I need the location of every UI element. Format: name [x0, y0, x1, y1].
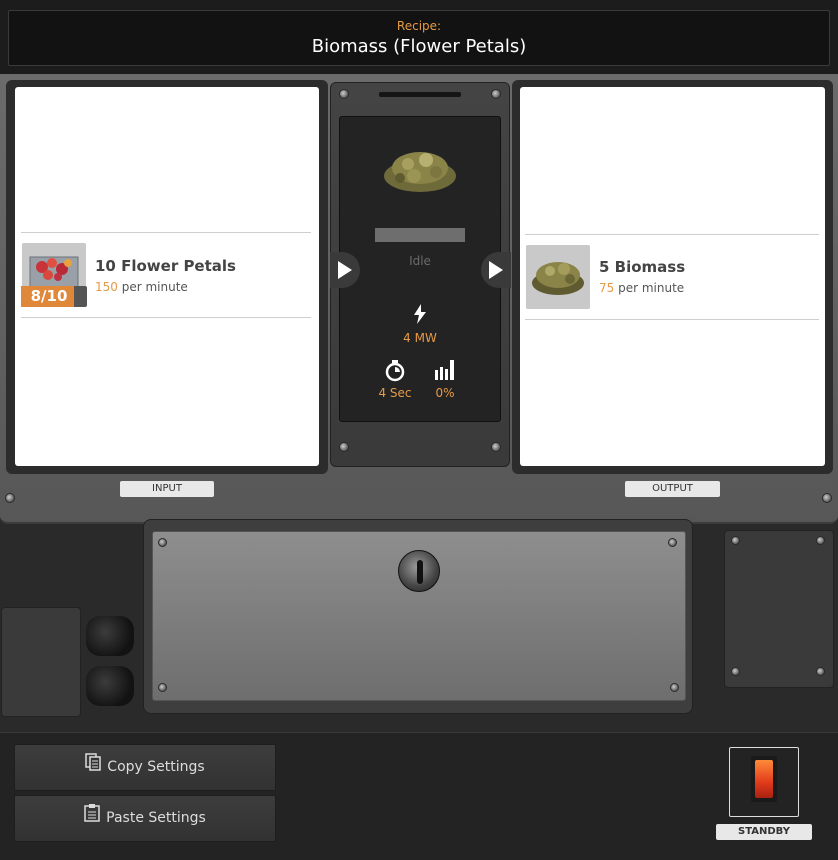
productivity: 0% [435, 386, 455, 400]
input-item-name: 10 Flower Petals [95, 257, 236, 275]
copy-icon [85, 745, 102, 790]
screw-icon [822, 493, 832, 503]
output-arrow [481, 252, 511, 288]
pipe-connector [86, 666, 134, 706]
stopwatch-icon [384, 360, 406, 386]
input-count: 8/10 [30, 287, 68, 305]
screw-icon [816, 667, 825, 676]
screw-icon [5, 493, 15, 503]
output-rate: 75 per minute [599, 281, 684, 295]
screw-icon [731, 667, 740, 676]
recipe-name: Biomass (Flower Petals) [311, 36, 527, 57]
input-tag: INPUT [120, 481, 214, 497]
divider [525, 234, 819, 235]
output-panel: 5 Biomass 75 per minute [520, 87, 825, 466]
input-rate-unit: per minute [121, 280, 188, 294]
screw-icon [491, 442, 501, 452]
screw-icon [158, 683, 167, 692]
screw-icon [158, 538, 167, 547]
screw-icon [339, 89, 349, 99]
bar-chart-icon [435, 360, 455, 384]
recipe-label: Recipe: [396, 19, 442, 33]
input-rate: 150 per minute [95, 280, 188, 294]
screw-icon [731, 536, 740, 545]
input-rate-value: 150 [95, 280, 118, 294]
play-arrow-icon [338, 261, 352, 279]
copy-settings-label: Copy Settings [107, 759, 205, 775]
keyhole-icon[interactable] [398, 550, 440, 592]
side-housing-left [1, 607, 81, 717]
screw-icon [668, 538, 677, 547]
clipboard-icon [84, 796, 100, 841]
standby-switch[interactable] [751, 756, 777, 802]
copy-settings-button[interactable]: Copy Settings [14, 744, 276, 791]
output-tag: OUTPUT [625, 481, 720, 497]
side-housing-right [724, 530, 834, 688]
power-usage: 4 MW [403, 331, 437, 345]
standby-label: STANDBY [716, 824, 812, 840]
divider [21, 232, 311, 233]
biomass-icon[interactable] [526, 245, 590, 309]
recipe-title-bar: Recipe: Biomass (Flower Petals) [8, 10, 830, 66]
paste-settings-button[interactable]: Paste Settings [14, 795, 276, 842]
biomass-product-icon [380, 144, 460, 202]
divider [525, 319, 819, 320]
paste-settings-label: Paste Settings [106, 810, 206, 826]
screw-icon [491, 89, 501, 99]
play-arrow-icon [489, 261, 503, 279]
keyhole-slot [417, 560, 423, 584]
production-progress-bar [375, 228, 465, 242]
cycle-time: 4 Sec [378, 386, 412, 400]
power-switch-icon [755, 760, 773, 798]
input-panel: 8/10 10 Flower Petals 150 per minute [15, 87, 319, 466]
screw-icon [339, 442, 349, 452]
output-rate-value: 75 [599, 281, 615, 295]
display-slit [379, 92, 461, 97]
lightning-icon [412, 304, 428, 328]
screw-icon [816, 536, 825, 545]
input-count-bar: 8/10 [21, 286, 87, 307]
screw-icon [670, 683, 679, 692]
machine-status: Idle [409, 254, 431, 268]
divider [21, 317, 311, 318]
output-item-name: 5 Biomass [599, 258, 686, 276]
recipe-header: Recipe: Biomass (Flower Petals) [0, 0, 838, 74]
output-rate-unit: per minute [618, 281, 685, 295]
pipe-connector [86, 616, 134, 656]
